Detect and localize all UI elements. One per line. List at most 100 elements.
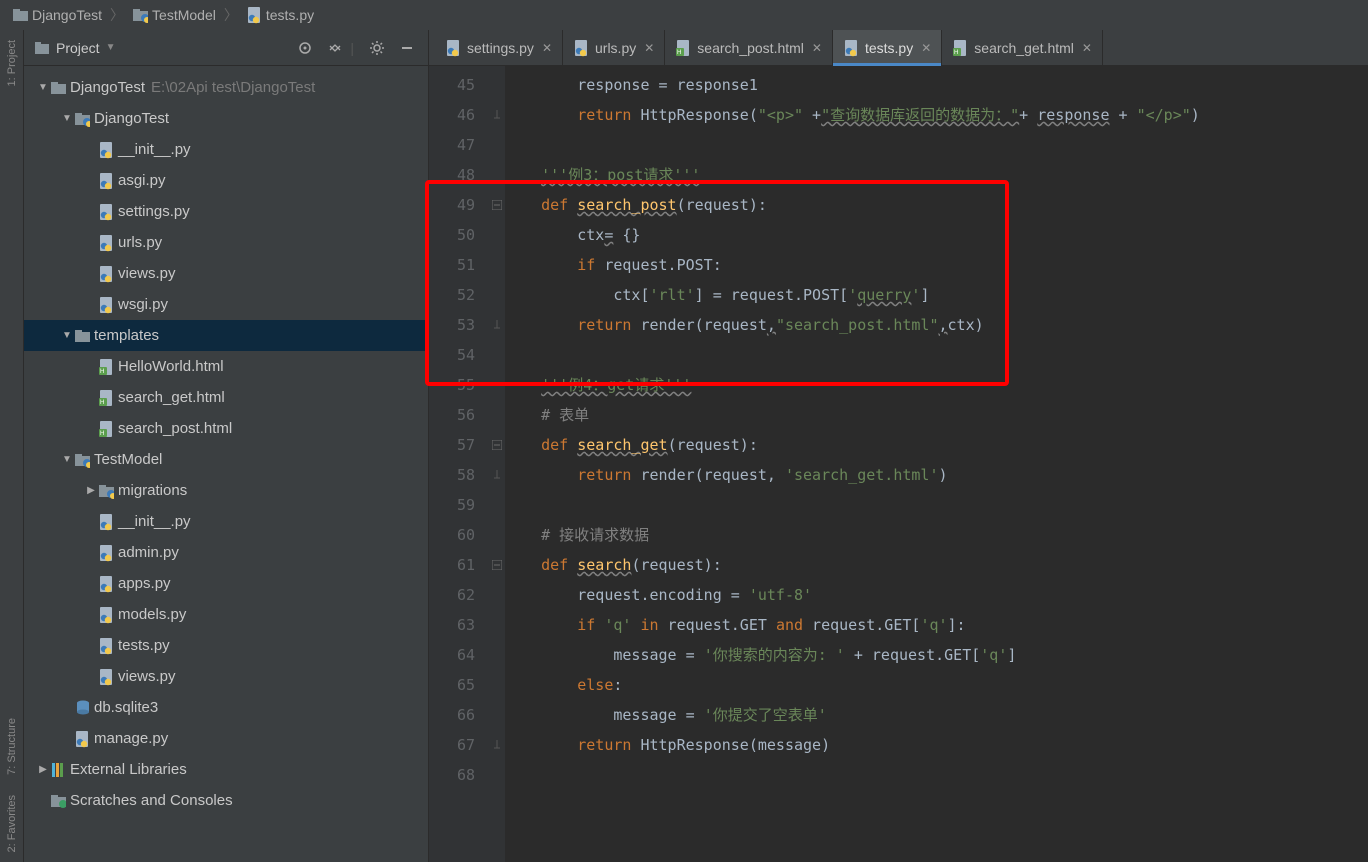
close-icon[interactable]: ✕ [644,41,654,55]
code-line[interactable]: request.encoding = 'utf-8' [505,580,1368,610]
locate-button[interactable] [294,37,316,59]
code-line[interactable]: def search(request): [505,550,1368,580]
code-line[interactable]: return HttpResponse(message) [505,730,1368,760]
tree-item[interactable]: Hsearch_post.html [24,413,428,444]
tree-item[interactable]: HHelloWorld.html [24,351,428,382]
fold-marker[interactable] [489,670,505,700]
fold-marker[interactable] [489,190,505,220]
rail-favorites[interactable]: 2: Favorites [4,785,20,862]
tree-arrow-icon[interactable]: ▼ [60,113,74,124]
tree-item[interactable]: admin.py [24,537,428,568]
close-icon[interactable]: ✕ [921,41,931,55]
fold-marker[interactable] [489,310,505,340]
tree-item[interactable]: ▼templates [24,320,428,351]
tree-arrow-icon[interactable]: ▶ [84,485,98,496]
code-line[interactable]: '''例3：post请求''' [505,160,1368,190]
sidebar-dropdown-icon[interactable]: ▼ [106,42,116,53]
code-line[interactable]: ctx= {} [505,220,1368,250]
editor-tab[interactable]: Hsearch_get.html✕ [942,30,1103,65]
tree-item[interactable]: __init__.py [24,506,428,537]
code-line[interactable]: return render(request,"search_post.html"… [505,310,1368,340]
code-line[interactable]: message = '你搜索的内容为: ' + request.GET['q'] [505,640,1368,670]
code-line[interactable]: # 表单 [505,400,1368,430]
fold-marker[interactable] [489,430,505,460]
tree-item[interactable]: apps.py [24,568,428,599]
code-line[interactable] [505,760,1368,790]
tree-item[interactable]: __init__.py [24,134,428,165]
editor-tab[interactable]: Hsearch_post.html✕ [665,30,833,65]
close-icon[interactable]: ✕ [812,41,822,55]
rail-structure[interactable]: 7: Structure [4,708,20,785]
tree-item[interactable]: views.py [24,258,428,289]
code-editor[interactable]: 4546474849505152535455565758596061626364… [429,66,1368,862]
tree-arrow-icon[interactable]: ▼ [60,454,74,465]
fold-marker[interactable] [489,130,505,160]
minimize-icon[interactable] [396,37,418,59]
code-line[interactable]: # 接收请求数据 [505,520,1368,550]
editor-tab[interactable]: settings.py✕ [435,30,563,65]
tree-item[interactable]: manage.py [24,723,428,754]
tree-item[interactable]: asgi.py [24,165,428,196]
fold-strip[interactable] [489,66,505,862]
tree-item[interactable]: ▼TestModel [24,444,428,475]
fold-marker[interactable] [489,610,505,640]
fold-marker[interactable] [489,280,505,310]
tree-item[interactable]: tests.py [24,630,428,661]
tree-item[interactable]: models.py [24,599,428,630]
fold-marker[interactable] [489,520,505,550]
fold-marker[interactable] [489,160,505,190]
code-line[interactable]: return HttpResponse("<p>" +"查询数据库返回的数据为：… [505,100,1368,130]
fold-marker[interactable] [489,220,505,250]
fold-marker[interactable] [489,700,505,730]
tree-item[interactable]: ▼DjangoTestE:\02Api test\DjangoTest [24,72,428,103]
code-line[interactable]: if 'q' in request.GET and request.GET['q… [505,610,1368,640]
tree-item[interactable]: ▶migrations [24,475,428,506]
tree-arrow-icon[interactable]: ▼ [60,330,74,341]
fold-marker[interactable] [489,340,505,370]
breadcrumb-item[interactable]: tests.py [242,5,318,25]
fold-marker[interactable] [489,760,505,790]
tree-item[interactable]: Scratches and Consoles [24,785,428,816]
code-line[interactable]: def search_post(request): [505,190,1368,220]
editor-tab[interactable]: urls.py✕ [563,30,665,65]
code-line[interactable]: message = '你提交了空表单' [505,700,1368,730]
tree-item[interactable]: Hsearch_get.html [24,382,428,413]
tree-item[interactable]: db.sqlite3 [24,692,428,723]
gear-icon[interactable] [366,37,388,59]
code-line[interactable] [505,340,1368,370]
code-line[interactable] [505,130,1368,160]
code-line[interactable] [505,490,1368,520]
close-icon[interactable]: ✕ [542,41,552,55]
tree-item[interactable]: views.py [24,661,428,692]
fold-marker[interactable] [489,580,505,610]
code-line[interactable]: if request.POST: [505,250,1368,280]
code-line[interactable]: return render(request, 'search_get.html'… [505,460,1368,490]
tree-arrow-icon[interactable]: ▶ [36,764,50,775]
breadcrumb-item[interactable]: DjangoTest [8,5,106,25]
fold-marker[interactable] [489,460,505,490]
fold-marker[interactable] [489,550,505,580]
rail-project[interactable]: 1: Project [4,30,20,96]
breadcrumb-item[interactable]: TestModel [128,5,220,25]
project-tree[interactable]: ▼DjangoTestE:\02Api test\DjangoTest▼Djan… [24,66,428,862]
fold-marker[interactable] [489,100,505,130]
fold-marker[interactable] [489,70,505,100]
code-line[interactable]: ctx['rlt'] = request.POST['querry'] [505,280,1368,310]
code-line[interactable]: response = response1 [505,70,1368,100]
tree-item[interactable]: wsgi.py [24,289,428,320]
code-content[interactable]: response = response1 return HttpResponse… [505,66,1368,862]
fold-marker[interactable] [489,490,505,520]
editor-tab[interactable]: tests.py✕ [833,30,942,65]
code-line[interactable]: def search_get(request): [505,430,1368,460]
tree-item[interactable]: ▼DjangoTest [24,103,428,134]
code-line[interactable]: else: [505,670,1368,700]
tree-item[interactable]: ▶External Libraries [24,754,428,785]
fold-marker[interactable] [489,730,505,760]
tree-arrow-icon[interactable]: ▼ [36,82,50,93]
close-icon[interactable]: ✕ [1082,41,1092,55]
fold-marker[interactable] [489,400,505,430]
fold-marker[interactable] [489,370,505,400]
fold-marker[interactable] [489,640,505,670]
tree-item[interactable]: settings.py [24,196,428,227]
expand-button[interactable] [324,37,346,59]
